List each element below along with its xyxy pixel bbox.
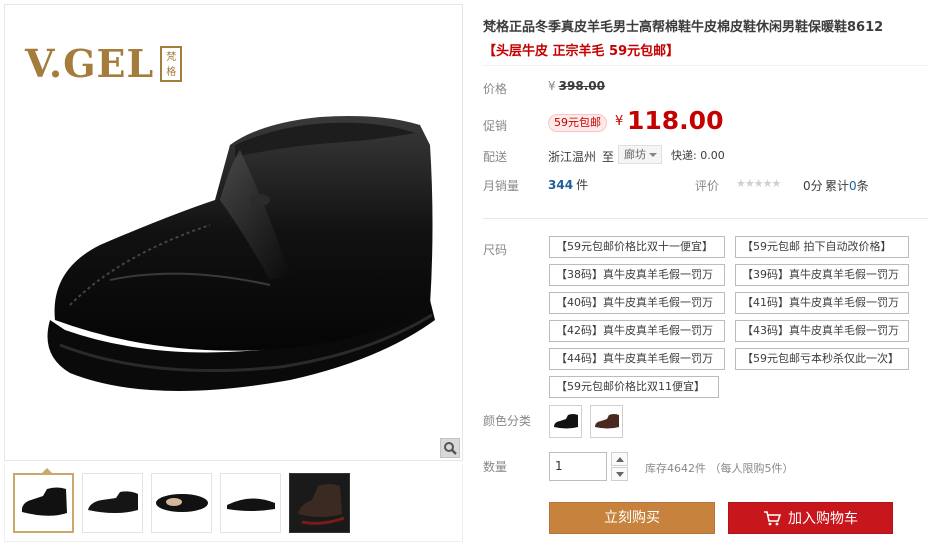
shipping-label: 配送 <box>483 150 508 164</box>
size-option[interactable]: 【40码】真牛皮真羊毛假一罚万 <box>549 292 725 314</box>
main-product-image[interactable]: V.GEL 梵格 <box>4 4 463 461</box>
color-swatch-black[interactable] <box>549 405 582 438</box>
zoom-button[interactable] <box>440 438 460 458</box>
destination-value: 廊坊 <box>624 148 646 161</box>
promo-currency-symbol: ¥ <box>615 114 624 129</box>
rating-stars-icon: ★★★★★ <box>736 177 781 190</box>
original-price: ¥398.00 <box>548 79 605 93</box>
monthly-sales-unit: 件 <box>576 178 589 192</box>
rating-score: 0分 <box>803 179 823 193</box>
review-count-link[interactable]: 累计0条 <box>825 177 869 194</box>
quantity-increase-button[interactable] <box>611 452 628 466</box>
promo-price: 118.00 <box>627 106 724 135</box>
brand-logo-text: V.GEL <box>25 41 155 86</box>
thumbnail-5[interactable] <box>289 472 350 533</box>
thumbnail-2[interactable] <box>82 472 143 533</box>
size-option[interactable]: 【59元包邮价格比双11便宜】 <box>549 376 719 398</box>
product-subtitle: 【头层牛皮 正宗羊毛 59元包邮】 <box>483 44 680 59</box>
size-option[interactable]: 【41码】真牛皮真羊毛假一罚万 <box>735 292 909 314</box>
add-to-cart-label: 加入购物车 <box>788 511 858 527</box>
quantity-decrease-button[interactable] <box>611 467 628 481</box>
brand-logo: V.GEL 梵格 <box>25 41 183 86</box>
add-to-cart-button[interactable]: 加入购物车 <box>728 502 893 534</box>
size-label: 尺码 <box>483 243 508 257</box>
shoe-thumbnail-icon <box>297 483 345 525</box>
monthly-sales-label: 月销量 <box>483 179 520 193</box>
divider <box>483 65 928 66</box>
size-option[interactable]: 【42码】真牛皮真羊毛假一罚万 <box>549 320 725 342</box>
size-option[interactable]: 【59元包邮价格比双十一便宜】 <box>549 236 725 258</box>
cart-icon <box>764 510 781 525</box>
magnifier-icon <box>444 442 457 455</box>
size-option[interactable]: 【59元包邮 拍下自动改价格】 <box>735 236 909 258</box>
original-price-value: 398.00 <box>558 79 605 93</box>
ship-from: 浙江温州 <box>548 150 597 164</box>
brown-shoe-swatch-icon <box>594 413 619 428</box>
ship-to-word: 至 <box>602 150 615 164</box>
price-label: 价格 <box>483 82 508 96</box>
shoe-image <box>47 116 435 391</box>
promo-badge: 59元包邮 <box>548 114 607 132</box>
promo-label: 促销 <box>483 119 508 133</box>
size-option[interactable]: 【38码】真牛皮真羊毛假一罚万 <box>549 264 725 286</box>
size-option[interactable]: 【59元包邮亏本秒杀仅此一次】 <box>735 348 909 370</box>
destination-select[interactable]: 廊坊 <box>618 145 662 164</box>
chevron-down-icon <box>649 153 657 157</box>
monthly-sales-count: 344 <box>548 178 574 192</box>
shoe-thumbnail-icon <box>87 490 138 513</box>
review-count-value: 0 <box>849 179 857 193</box>
thumbnail-3[interactable] <box>151 472 212 533</box>
size-option[interactable]: 【43码】真牛皮真羊毛假一罚万 <box>735 320 909 342</box>
quantity-input[interactable]: 1 <box>549 452 607 481</box>
chevron-down-icon <box>615 471 624 477</box>
shoe-thumbnail-icon <box>155 493 208 512</box>
monthly-sales: 344 件 <box>548 176 588 193</box>
size-option[interactable]: 【44码】真牛皮真羊毛假一罚万 <box>549 348 725 370</box>
divider <box>483 218 928 219</box>
shoe-thumbnail-icon <box>226 497 275 511</box>
review-count-suffix: 条 <box>856 179 869 193</box>
quantity-label: 数量 <box>483 460 508 474</box>
product-title: 梵格正品冬季真皮羊毛男士高帮棉鞋牛皮棉皮鞋休闲男鞋保暖鞋8612 <box>483 20 884 35</box>
rating-label: 评价 <box>695 179 720 193</box>
size-options: 【59元包邮价格比双十一便宜】 【59元包邮 拍下自动改价格】 【38码】真牛皮… <box>549 236 927 398</box>
currency-symbol: ¥ <box>548 79 556 93</box>
color-label: 颜色分类 <box>483 414 532 428</box>
shoe-thumbnail-icon <box>21 487 67 516</box>
color-swatches <box>549 405 623 438</box>
black-shoe-swatch-icon <box>553 413 578 428</box>
shipping-fee: 快递: 0.00 <box>671 149 725 162</box>
size-option[interactable]: 【39码】真牛皮真羊毛假一罚万 <box>735 264 909 286</box>
color-swatch-brown[interactable] <box>590 405 623 438</box>
chevron-up-icon <box>615 456 624 462</box>
brand-seal: 梵格 <box>160 45 183 82</box>
review-count-prefix: 累计 <box>825 179 850 193</box>
thumbnail-strip <box>4 464 463 542</box>
thumbnail-4[interactable] <box>220 472 281 533</box>
buy-now-button[interactable]: 立刻购买 <box>549 502 715 534</box>
stock-info: 库存4642件 （每人限购5件） <box>645 462 794 475</box>
thumbnail-1[interactable] <box>13 467 74 533</box>
